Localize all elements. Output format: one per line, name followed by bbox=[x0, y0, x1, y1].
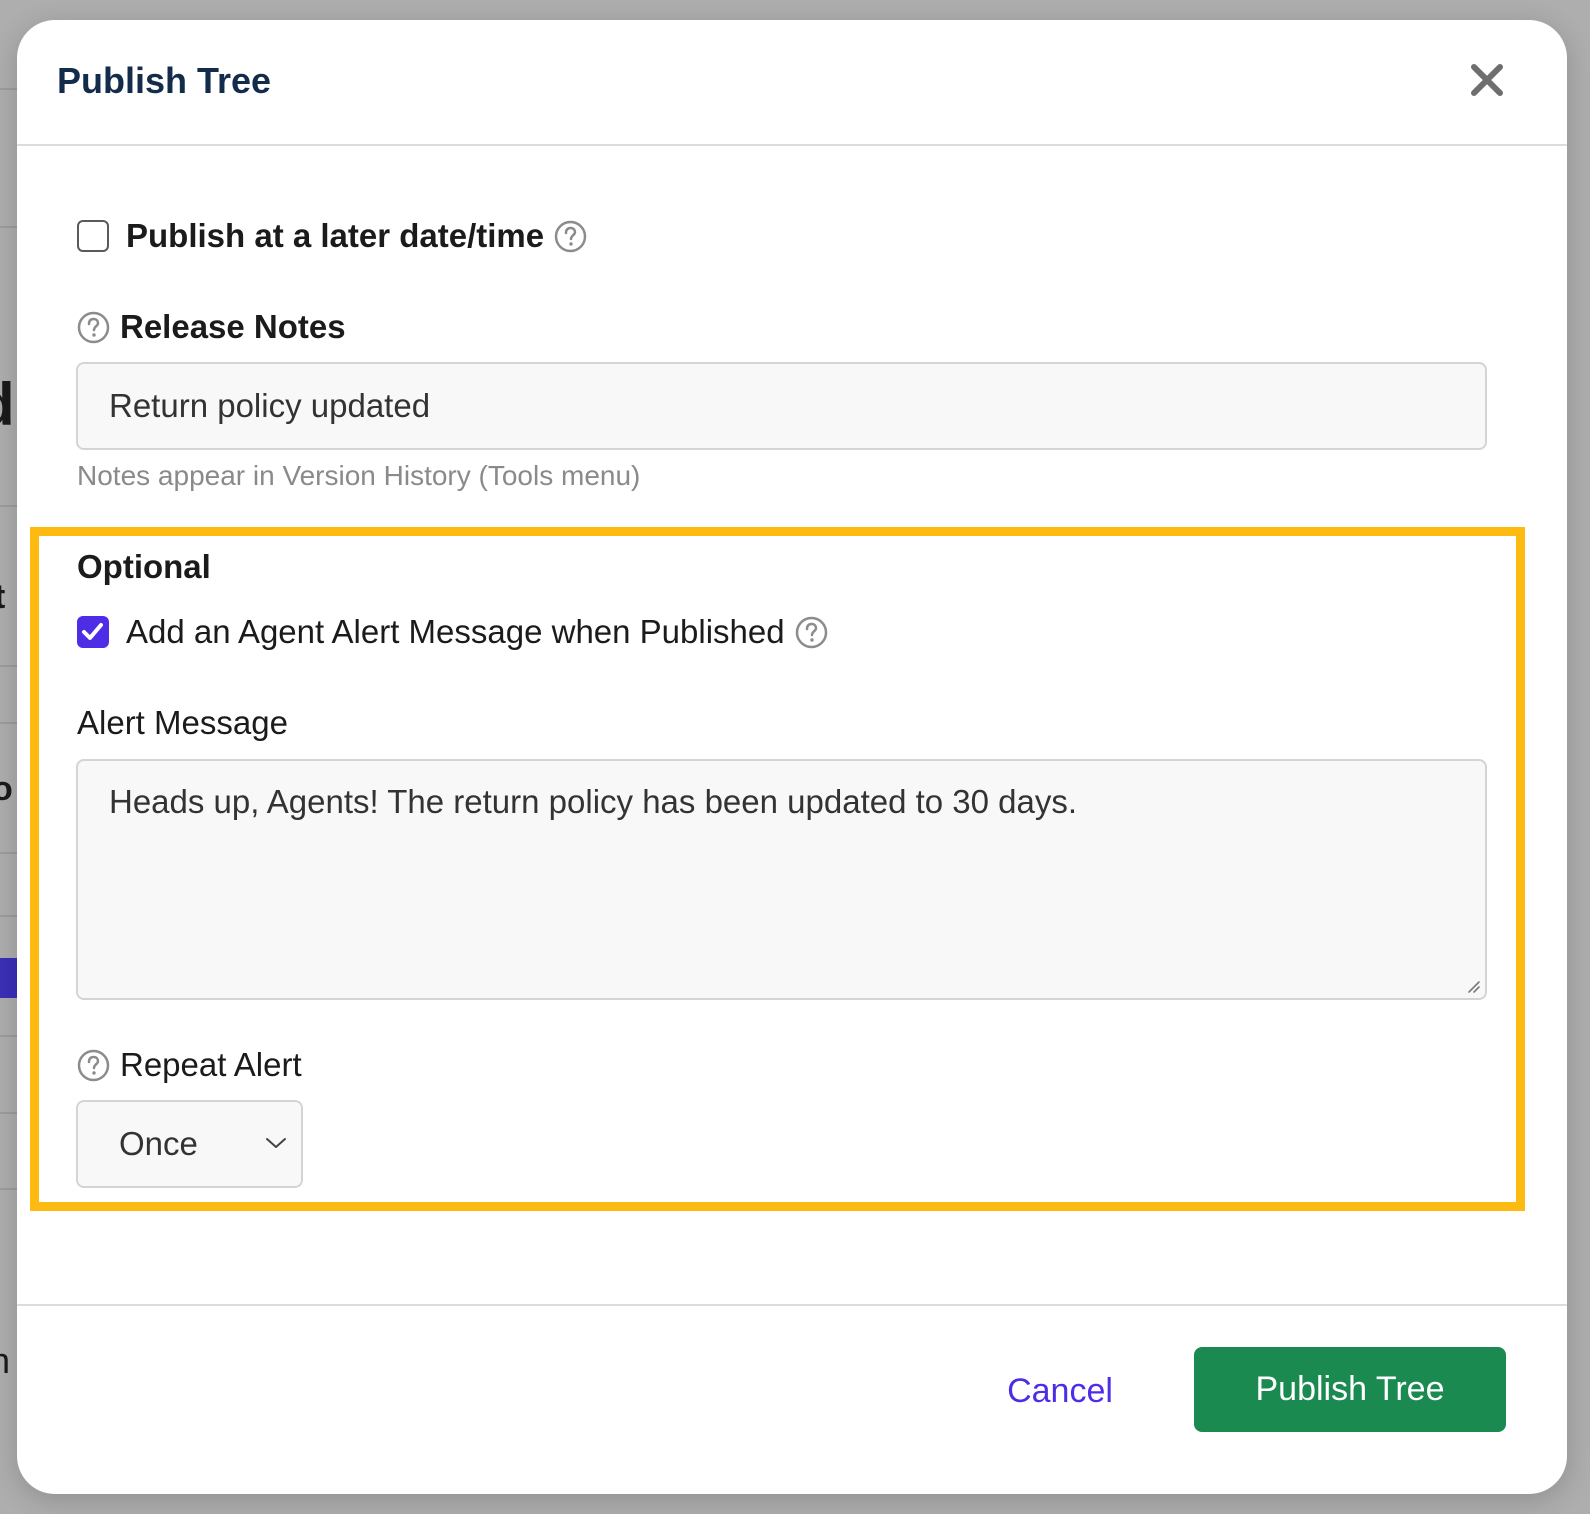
background-divider bbox=[0, 722, 17, 724]
background-text-fragment: o bbox=[0, 770, 13, 808]
background-divider bbox=[0, 226, 17, 228]
publish-tree-button[interactable]: Publish Tree bbox=[1194, 1347, 1506, 1432]
agent-alert-checkbox[interactable] bbox=[77, 616, 109, 648]
help-icon[interactable] bbox=[554, 220, 587, 253]
repeat-alert-selected-value: Once bbox=[119, 1125, 198, 1162]
background-divider bbox=[0, 665, 17, 667]
agent-alert-row: Add an Agent Alert Message when Publishe… bbox=[77, 612, 828, 652]
release-notes-label: Release Notes bbox=[120, 308, 346, 345]
agent-alert-label: Add an Agent Alert Message when Publishe… bbox=[126, 613, 785, 650]
background-divider bbox=[0, 88, 17, 90]
background-divider bbox=[0, 1188, 17, 1190]
optional-section-title: Optional bbox=[77, 548, 211, 585]
dialog-title: Publish Tree bbox=[57, 60, 272, 101]
background-text-fragment: d bbox=[0, 370, 15, 439]
chevron-down-icon bbox=[266, 1138, 286, 1148]
background-divider bbox=[0, 1112, 17, 1114]
release-notes-input[interactable]: Return policy updated bbox=[76, 362, 1487, 450]
repeat-alert-select[interactable]: Once bbox=[76, 1100, 303, 1188]
repeat-alert-label-row: Repeat Alert bbox=[77, 1045, 302, 1085]
publish-tree-dialog: Publish Tree Publish at a later date/tim… bbox=[17, 20, 1567, 1494]
schedule-row: Publish at a later date/time bbox=[77, 216, 587, 256]
alert-message-text: Heads up, Agents! The return policy has … bbox=[109, 783, 1078, 820]
release-notes-label-row: Release Notes bbox=[77, 307, 346, 347]
background-badge bbox=[0, 958, 18, 998]
resize-handle-icon[interactable] bbox=[1465, 978, 1481, 994]
background-divider bbox=[0, 852, 17, 854]
help-icon[interactable] bbox=[77, 1049, 110, 1082]
cancel-button[interactable]: Cancel bbox=[985, 1365, 1135, 1417]
schedule-checkbox[interactable] bbox=[77, 220, 109, 252]
close-icon[interactable] bbox=[1469, 62, 1505, 98]
background-divider bbox=[0, 1035, 17, 1037]
release-notes-hint: Notes appear in Version History (Tools m… bbox=[77, 460, 641, 491]
schedule-label: Publish at a later date/time bbox=[126, 217, 545, 254]
background-text-fragment: t bbox=[0, 578, 5, 617]
alert-message-textarea[interactable]: Heads up, Agents! The return policy has … bbox=[76, 759, 1487, 1000]
help-icon[interactable] bbox=[77, 311, 110, 344]
background-text-fragment: n bbox=[0, 1340, 11, 1381]
alert-message-label: Alert Message bbox=[77, 704, 288, 741]
dialog-header: Publish Tree bbox=[17, 20, 1567, 146]
footer-divider bbox=[17, 1304, 1567, 1306]
help-icon[interactable] bbox=[795, 616, 828, 649]
background-divider bbox=[0, 915, 17, 917]
repeat-alert-label: Repeat Alert bbox=[120, 1046, 302, 1083]
background-divider bbox=[0, 505, 17, 507]
